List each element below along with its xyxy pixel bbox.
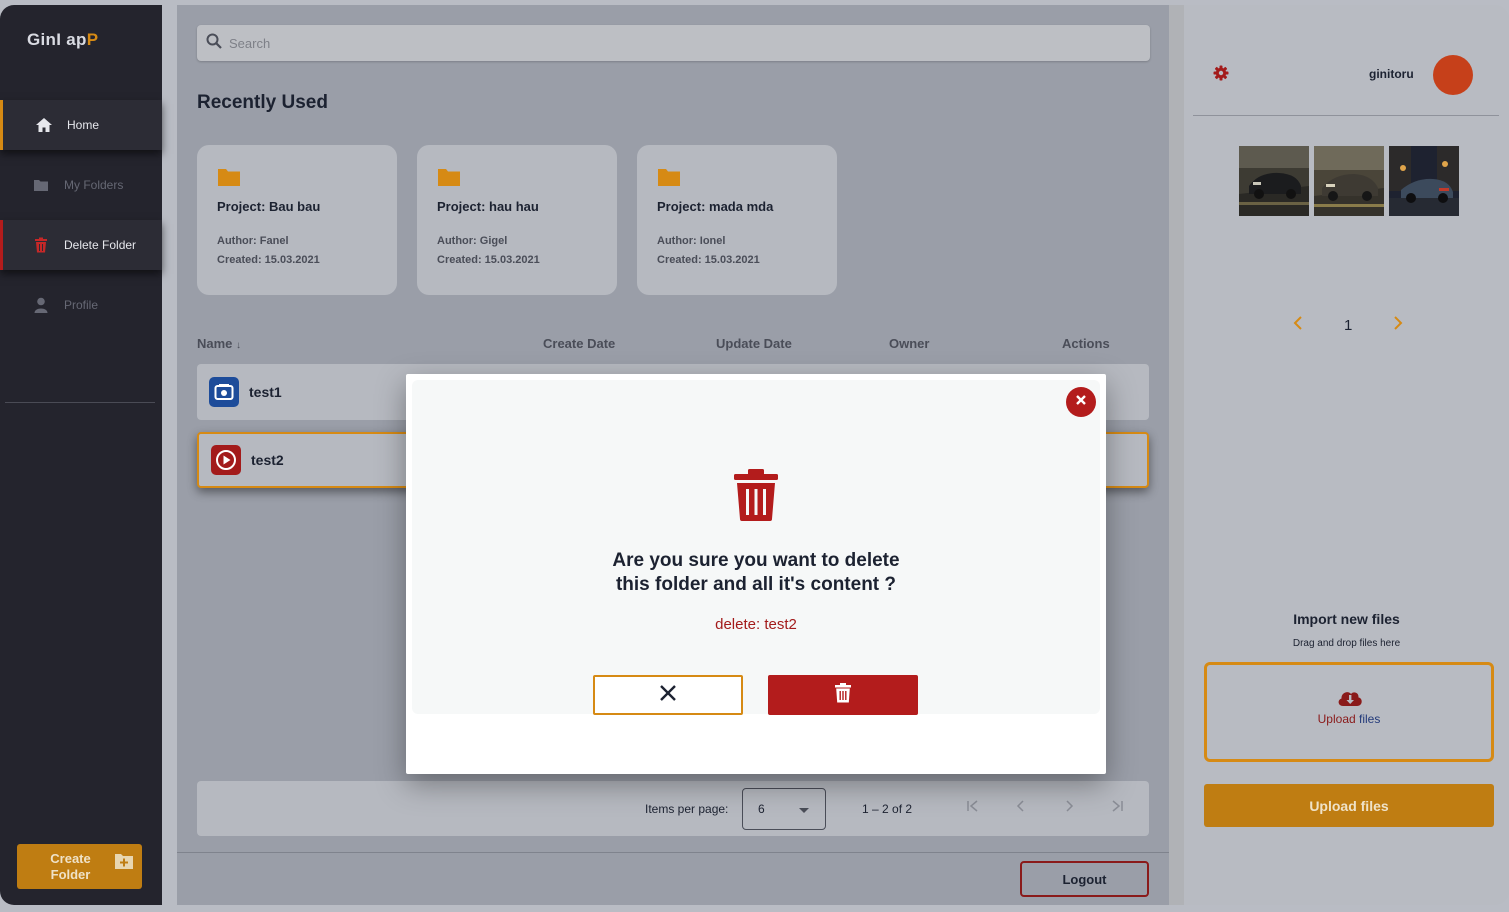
project-card[interactable]: Project: Bau bau Author: Fanel Created: … bbox=[197, 145, 397, 295]
folder-plus-icon bbox=[114, 852, 134, 874]
card-created: Created: 15.03.2021 bbox=[657, 254, 760, 266]
recently-used-title: Recently Used bbox=[197, 92, 328, 113]
column-header-update-date[interactable]: Update Date bbox=[716, 336, 792, 351]
scrollbar-track[interactable] bbox=[1169, 5, 1184, 905]
close-icon bbox=[1075, 393, 1087, 411]
upload-files-button[interactable]: Upload files bbox=[1204, 784, 1494, 827]
gallery-prev-icon[interactable] bbox=[1292, 316, 1304, 334]
sidebar-item-delete-folder[interactable]: Delete Folder bbox=[0, 220, 162, 270]
sidebar-item-label: My Folders bbox=[64, 178, 124, 192]
avatar[interactable] bbox=[1433, 55, 1473, 95]
close-button[interactable] bbox=[1066, 387, 1096, 417]
project-card[interactable]: Project: hau hau Author: Gigel Created: … bbox=[417, 145, 617, 295]
camera-icon bbox=[209, 377, 239, 407]
sidebar-item-label: Home bbox=[67, 118, 100, 132]
file-dropzone[interactable]: Upload files bbox=[1204, 662, 1494, 762]
card-title: Project: Bau bau bbox=[217, 199, 321, 214]
dialog-question: Are you sure you want to delete this fol… bbox=[612, 550, 900, 595]
page-range: 1 – 2 of 2 bbox=[862, 802, 913, 816]
search-bar[interactable]: Search bbox=[197, 25, 1150, 61]
card-created: Created: 15.03.2021 bbox=[437, 254, 540, 266]
row-name: test1 bbox=[249, 384, 282, 400]
sidebar: GinI apP Home My Folders Delete Folder P… bbox=[0, 5, 162, 905]
next-page-icon[interactable] bbox=[1059, 798, 1079, 818]
card-created: Created: 15.03.2021 bbox=[217, 254, 320, 266]
items-per-page-label: Items per page: bbox=[645, 802, 729, 816]
dropzone-label: Upload files bbox=[1317, 712, 1381, 726]
folder-icon bbox=[437, 167, 461, 192]
delete-target: delete: test2 bbox=[715, 616, 797, 633]
card-author: Author: Gigel bbox=[437, 235, 508, 247]
search-icon bbox=[206, 33, 222, 54]
column-header-actions: Actions bbox=[1062, 336, 1110, 351]
image-thumbnail[interactable] bbox=[1389, 146, 1459, 216]
column-header-name[interactable]: Name ↓ bbox=[197, 336, 241, 351]
folder-icon bbox=[217, 167, 241, 192]
confirm-delete-button[interactable] bbox=[768, 675, 918, 715]
create-folder-button[interactable]: Create Folder bbox=[17, 844, 142, 889]
delete-confirm-dialog: Are you sure you want to delete this fol… bbox=[406, 374, 1106, 774]
sidebar-item-my-folders[interactable]: My Folders bbox=[0, 160, 162, 210]
card-title: Project: hau hau bbox=[437, 199, 539, 214]
create-folder-label: Create Folder bbox=[50, 850, 91, 882]
sidebar-item-profile[interactable]: Profile bbox=[0, 280, 162, 330]
home-icon bbox=[35, 116, 53, 134]
app-logo: GinI apP bbox=[27, 30, 99, 49]
image-thumbnail[interactable] bbox=[1314, 146, 1384, 216]
trash-icon bbox=[32, 236, 50, 254]
sidebar-item-label: Delete Folder bbox=[64, 238, 137, 252]
folder-icon bbox=[32, 176, 50, 194]
gallery-next-icon[interactable] bbox=[1392, 316, 1404, 334]
sidebar-divider bbox=[5, 402, 155, 403]
folder-icon bbox=[657, 167, 681, 192]
search-input[interactable]: Search bbox=[229, 36, 270, 51]
paginator: Items per page: 6 1 – 2 of 2 bbox=[197, 781, 1149, 836]
last-page-icon[interactable] bbox=[1107, 798, 1127, 818]
close-icon bbox=[659, 684, 677, 707]
cancel-button[interactable] bbox=[593, 675, 743, 715]
panel-divider bbox=[1193, 115, 1499, 116]
trash-icon bbox=[835, 682, 851, 708]
prev-page-icon[interactable] bbox=[1011, 798, 1031, 818]
user-icon bbox=[32, 296, 50, 314]
column-header-create-date[interactable]: Create Date bbox=[543, 336, 615, 351]
gallery-page-number: 1 bbox=[1344, 317, 1353, 334]
row-name: test2 bbox=[251, 452, 284, 468]
items-per-page-value: 6 bbox=[758, 802, 765, 816]
column-header-owner[interactable]: Owner bbox=[889, 336, 929, 351]
import-subtitle: Drag and drop files here bbox=[1292, 638, 1401, 649]
sidebar-item-label: Profile bbox=[64, 298, 99, 312]
gear-icon[interactable] bbox=[1213, 65, 1229, 86]
trash-icon bbox=[734, 469, 778, 526]
app-window: GinI apP Home My Folders Delete Folder P… bbox=[0, 0, 1509, 912]
card-title: Project: mada mda bbox=[657, 199, 774, 214]
dialog-body bbox=[412, 380, 1100, 714]
card-author: Author: Ionel bbox=[657, 235, 726, 247]
sort-arrow-icon: ↓ bbox=[236, 340, 242, 351]
import-title: Import new files bbox=[1293, 611, 1400, 627]
cloud-download-icon bbox=[1337, 689, 1363, 712]
card-author: Author: Fanel bbox=[217, 235, 289, 247]
first-page-icon[interactable] bbox=[963, 798, 983, 818]
play-icon bbox=[211, 445, 241, 475]
footer-divider bbox=[177, 852, 1169, 853]
right-panel: ginitoru 1 Import new files Drag and dro… bbox=[1184, 5, 1509, 905]
project-card[interactable]: Project: mada mda Author: Ionel Created:… bbox=[637, 145, 837, 295]
image-thumbnail[interactable] bbox=[1239, 146, 1309, 216]
username: ginitoru bbox=[1369, 67, 1414, 81]
sidebar-item-home[interactable]: Home bbox=[0, 100, 162, 150]
dropdown-caret-icon bbox=[799, 808, 809, 813]
items-per-page-select[interactable]: 6 bbox=[742, 788, 826, 830]
logout-button[interactable]: Logout bbox=[1020, 861, 1149, 897]
